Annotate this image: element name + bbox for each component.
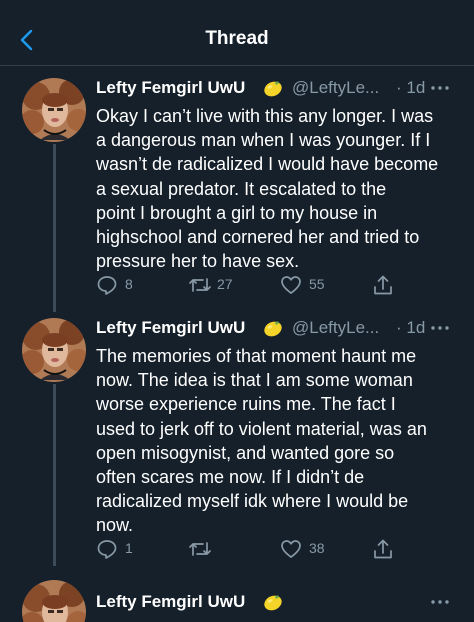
tweet-text-line: The memories of that moment haunt me: [96, 346, 417, 366]
like-button[interactable]: 38: [280, 536, 340, 562]
tweet-text-line: often scares me now. If I didn’t de: [96, 467, 365, 488]
tweet-text: Okay I can’t live with this any longer. …: [96, 104, 464, 273]
timestamp[interactable]: · 1d: [396, 78, 425, 98]
reply-icon: [97, 276, 117, 295]
reply-count: 8: [125, 276, 133, 292]
like-count: 38: [309, 540, 325, 556]
user-handle[interactable]: @LeftyLe...: [292, 78, 379, 98]
share-button[interactable]: [372, 536, 396, 562]
tweet-text-line: worse experience ruins me. The fact I: [96, 394, 396, 415]
share-icon: [374, 539, 392, 559]
tweet-text-line: open misogynist, and wanted gore so: [96, 442, 395, 463]
avatar[interactable]: [22, 78, 86, 142]
share-icon: [374, 275, 392, 295]
page-title: Thread: [205, 28, 269, 49]
avatar-photo: [22, 78, 86, 142]
avatar[interactable]: [22, 580, 86, 622]
like-count: 55: [309, 276, 325, 292]
reply-button[interactable]: 1: [96, 536, 156, 562]
display-name[interactable]: Lefty Femgirl UwU: [96, 592, 245, 612]
tweet-text-line: point I brought a girl to my house in: [96, 202, 378, 223]
heart-icon: [281, 540, 301, 558]
tweet[interactable]: Lefty Femgirl UwU @LeftyLe... · 1d Okay …: [0, 78, 474, 302]
tweet[interactable]: Lefty Femgirl UwU: [0, 580, 474, 622]
retweet-count: 27: [217, 276, 233, 292]
avatar[interactable]: [22, 318, 86, 382]
more-icon: [431, 326, 449, 330]
tweet-header: Lefty Femgirl UwU: [96, 592, 466, 618]
tweet-text: The memories of that moment haunt me now…: [96, 344, 464, 538]
retweet-button[interactable]: [188, 536, 248, 562]
tweet-header: Lefty Femgirl UwU @LeftyLe... · 1d: [96, 78, 466, 104]
tweet-actions: 1 38: [96, 536, 396, 562]
tweet-text-line: highschool and cornered her and tried to: [96, 227, 420, 248]
tweet[interactable]: Lefty Femgirl UwU @LeftyLe... · 1d The m…: [0, 318, 474, 568]
more-icon: [431, 600, 449, 604]
retweet-icon: [189, 542, 211, 556]
timestamp[interactable]: · 1d: [396, 318, 425, 338]
reply-button[interactable]: 8: [96, 272, 156, 298]
lemon-icon: [262, 77, 284, 99]
user-handle[interactable]: @LeftyLe...: [292, 318, 379, 338]
avatar-photo: [22, 318, 86, 382]
reply-icon: [97, 540, 117, 559]
tweet-text-line: used to jerk off to violent material, wa…: [96, 418, 427, 439]
tweet-actions: 8 27 55: [96, 272, 396, 298]
retweet-icon: [189, 278, 211, 292]
tweet-text-line: Okay I can’t live with this any longer. …: [96, 106, 434, 126]
display-name[interactable]: Lefty Femgirl UwU: [96, 318, 245, 338]
tweet-text-line: radicalized myself idk where I would be: [96, 491, 409, 512]
more-options-button[interactable]: [430, 592, 450, 612]
lemon-icon: [262, 591, 284, 613]
heart-icon: [281, 276, 301, 294]
share-button[interactable]: [372, 272, 396, 298]
tweet-text-line: a dangerous man when I was younger. If I: [96, 130, 431, 151]
tweet-text-line: now.: [96, 515, 134, 536]
retweet-button[interactable]: 27: [188, 272, 248, 298]
tweet-text-line: a sexual predator. It escalated to the: [96, 178, 387, 199]
top-bar: Thread: [0, 0, 474, 66]
display-name[interactable]: Lefty Femgirl UwU: [96, 78, 245, 98]
tweet-text-line: now. The idea is that I am some woman: [96, 370, 413, 391]
lemon-icon: [262, 317, 284, 339]
tweet-text-line: pressure her to have sex.: [96, 251, 300, 272]
tweet-header: Lefty Femgirl UwU @LeftyLe... · 1d: [96, 318, 466, 344]
more-options-button[interactable]: [430, 318, 450, 338]
reply-count: 1: [125, 540, 133, 556]
more-icon: [431, 86, 449, 90]
like-button[interactable]: 55: [280, 272, 340, 298]
more-options-button[interactable]: [430, 78, 450, 98]
tweet-text-line: wasn’t de radicalized I would have becom…: [96, 154, 439, 175]
thread-screen: Thread Lefty Femgirl UwU @LeftyLe... · 1…: [0, 0, 474, 622]
avatar-photo: [22, 580, 86, 622]
